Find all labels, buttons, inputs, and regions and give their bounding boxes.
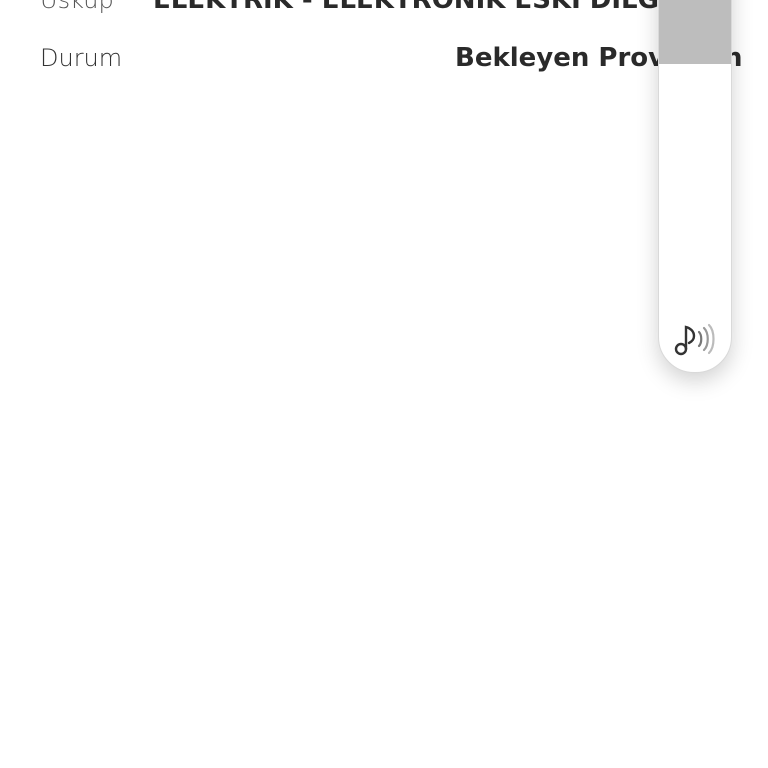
status-label: Durum xyxy=(40,44,123,72)
music-note-volume-icon[interactable] xyxy=(672,320,718,360)
volume-slider[interactable] xyxy=(658,0,732,373)
row-label: Üsküp xyxy=(40,0,114,14)
details-row-partial: Üsküp ELEKTRİK - ELEKTRONİK ESKİ DİLGİSİ xyxy=(40,0,740,20)
status-row: Durum Bekleyen Provizyon xyxy=(40,38,743,78)
row-value: ELEKTRİK - ELEKTRONİK ESKİ DİLGİSİ xyxy=(153,0,698,15)
screen: Üsküp ELEKTRİK - ELEKTRONİK ESKİ DİLGİSİ… xyxy=(0,0,768,768)
volume-level-fill[interactable] xyxy=(659,0,731,64)
